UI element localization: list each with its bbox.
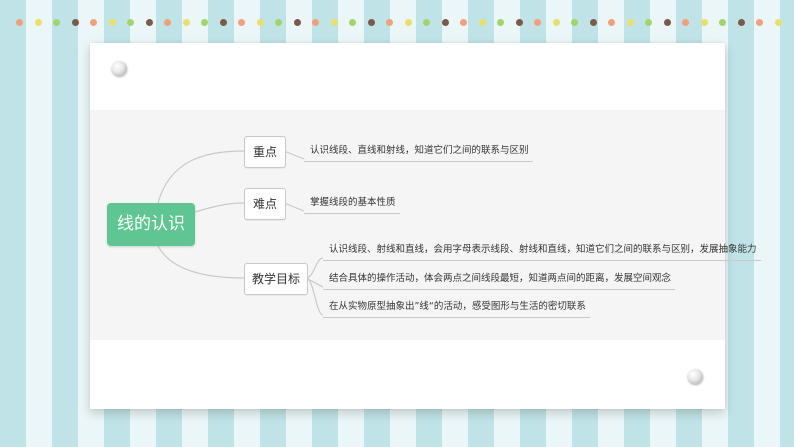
leaf-difficulty[interactable]: 掌握线段的基本性质 xyxy=(304,196,400,214)
decorative-dot xyxy=(145,19,153,26)
leaf-goal-3[interactable]: 在从实物原型抽象出”线“的活动，感受图形与生活的密切联系 xyxy=(323,300,590,318)
decorative-dot-row xyxy=(0,0,794,40)
decorative-dot xyxy=(330,19,338,26)
decorative-dot xyxy=(571,19,578,26)
decorative-dot xyxy=(367,19,375,26)
decorative-dot xyxy=(201,19,208,26)
branch-teaching-goals[interactable]: 教学目标 xyxy=(244,263,308,295)
decorative-dot xyxy=(478,19,486,26)
decorative-dot xyxy=(108,19,116,26)
decorative-dot xyxy=(534,19,541,26)
decorative-dot xyxy=(182,19,190,26)
decorative-dot xyxy=(663,19,671,26)
decorative-dot xyxy=(312,19,319,26)
decorative-dot xyxy=(756,19,763,26)
decorative-dot xyxy=(275,19,282,26)
decorative-dot xyxy=(423,19,430,26)
decorative-dot xyxy=(441,19,449,26)
binder-ring-icon xyxy=(112,61,127,76)
decorative-dot xyxy=(515,19,523,26)
branch-difficulties[interactable]: 难点 xyxy=(244,188,286,220)
decorative-dot xyxy=(34,19,42,26)
decorative-dot xyxy=(238,19,245,26)
decorative-dot xyxy=(219,19,227,26)
decorative-dot xyxy=(645,19,652,26)
decorative-dot xyxy=(626,19,634,26)
leaf-goal-1[interactable]: 认识线段、射线和直线，会用字母表示线段、射线和直线，知道它们之间的联系与区别，发… xyxy=(323,243,761,261)
decorative-dot xyxy=(164,19,171,26)
decorative-dot xyxy=(71,19,79,26)
decorative-dot xyxy=(774,19,782,26)
decorative-dot xyxy=(293,19,301,26)
decorative-dot xyxy=(90,19,97,26)
decorative-dot xyxy=(256,19,264,26)
decorative-dot xyxy=(682,19,689,26)
decorative-dot xyxy=(700,19,708,26)
decorative-dot xyxy=(737,19,745,26)
central-topic[interactable]: 线的认识 xyxy=(107,203,195,246)
decorative-dot xyxy=(589,19,597,26)
decorative-dot xyxy=(497,19,504,26)
binder-ring-icon xyxy=(688,369,703,384)
decorative-dot xyxy=(460,19,467,26)
decorative-dot xyxy=(53,19,60,26)
decorative-dot xyxy=(608,19,615,26)
branch-key-points[interactable]: 重点 xyxy=(244,136,286,168)
leaf-key-point[interactable]: 认识线段、直线和射线，知道它们之间的联系与区别 xyxy=(304,144,533,162)
decorative-dot xyxy=(552,19,560,26)
decorative-dot xyxy=(349,19,356,26)
decorative-dot xyxy=(404,19,412,26)
decorative-dot xyxy=(386,19,393,26)
decorative-dot xyxy=(16,19,23,26)
leaf-goal-2[interactable]: 结合具体的操作活动，体会两点之间线段最短，知道两点间的距离，发展空间观念 xyxy=(323,272,676,290)
decorative-dot xyxy=(127,19,134,26)
decorative-dot xyxy=(719,19,726,26)
